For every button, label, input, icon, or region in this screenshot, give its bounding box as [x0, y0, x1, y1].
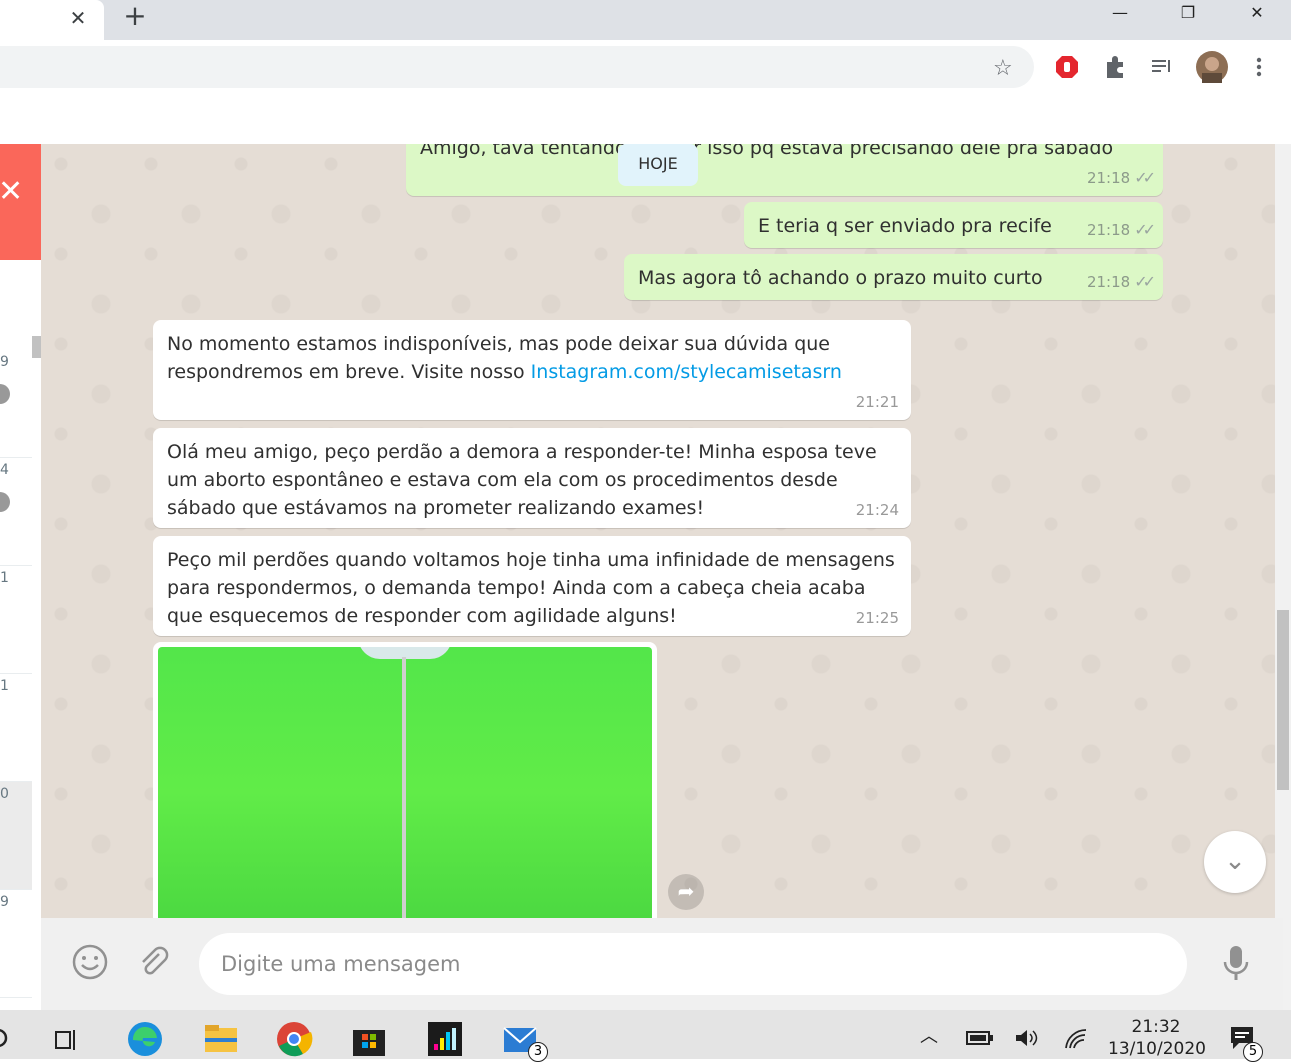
message-in[interactable]: No momento estamos indisponíveis, mas po… [153, 320, 911, 420]
taskbar-clock[interactable]: 21:32 13/10/2020 [1108, 1016, 1206, 1060]
message-meta: 21:24 [856, 496, 899, 524]
profile-avatar[interactable] [1196, 51, 1228, 83]
chrome-icon[interactable] [275, 1020, 313, 1058]
message-time: 21:18 [1086, 273, 1131, 291]
chat-time: 4 [0, 462, 9, 478]
maximize-button[interactable]: ❐ [1165, 0, 1211, 28]
microphone-icon[interactable] [1221, 944, 1251, 982]
file-explorer-icon[interactable] [202, 1020, 240, 1058]
message-input[interactable]: Digite uma mensagem [199, 933, 1187, 995]
attach-clip-icon[interactable] [135, 944, 171, 980]
green-shirt-photo[interactable] [158, 647, 652, 918]
message-text: Amigo, tava tentando acertar isso pq est… [420, 144, 1114, 159]
task-view-icon[interactable] [54, 1028, 80, 1052]
media-icon[interactable] [1150, 54, 1176, 80]
message-time: 21:18 [1086, 169, 1131, 187]
image-message[interactable] [153, 642, 657, 918]
chat-list-item[interactable]: 1 [0, 674, 32, 782]
message-out[interactable]: Mas agora tô achando o prazo muito curto… [624, 254, 1163, 300]
windows-taskbar: 3 ︿ 21:32 13/10/2020 5 [0, 1010, 1291, 1062]
show-hidden-icons-chevron-icon[interactable]: ︿ [920, 1022, 938, 1048]
message-in[interactable]: Peço mil perdões quando voltamos hoje ti… [153, 536, 911, 636]
scroll-down-button[interactable]: ⌄ [1204, 831, 1266, 893]
message-meta: 21:18 ✓✓ [1086, 268, 1156, 296]
message-composer: Digite uma mensagem [41, 918, 1283, 1010]
read-ticks-icon: ✓✓ [1134, 220, 1156, 239]
message-text: Peço mil perdões quando voltamos hoje ti… [167, 549, 895, 627]
close-icon[interactable]: ✕ [0, 174, 23, 209]
close-panel[interactable]: ✕ [0, 144, 41, 260]
message-out[interactable]: E teria q ser enviado pra recife 21:18 ✓✓ [744, 202, 1163, 248]
edge-icon[interactable] [126, 1020, 164, 1058]
browser-tabstrip: ✕ + — ❐ ✕ [0, 0, 1291, 40]
date-divider: HOJE [618, 144, 698, 186]
chat-list-item[interactable]: 4 [0, 458, 32, 566]
message-meta: 21:18 ✓✓ [1086, 164, 1156, 192]
message-time: 21:21 [855, 393, 899, 411]
message-text: Olá meu amigo, peço perdão a demora a re… [167, 441, 877, 519]
extensions-icon[interactable] [1102, 54, 1128, 80]
chat-time: 9 [0, 894, 9, 910]
tab-close-icon[interactable]: ✕ [66, 6, 90, 30]
address-bar[interactable] [0, 46, 1034, 88]
message-out[interactable]: Amigo, tava tentando acertar isso pq est… [406, 144, 1163, 196]
chat-time: 9 [0, 354, 9, 370]
message-meta: 21:18 ✓✓ [1086, 216, 1156, 244]
volume-icon[interactable] [1014, 1028, 1040, 1048]
clock-time: 21:32 [1131, 1017, 1181, 1037]
read-ticks-icon: ✓✓ [1134, 272, 1156, 291]
bookmark-star-icon[interactable]: ☆ [993, 56, 1013, 81]
conversation-panel[interactable]: Amigo, tava tentando acertar isso pq est… [41, 144, 1283, 918]
read-ticks-icon: ✓✓ [1134, 168, 1156, 187]
new-tab-button[interactable]: + [120, 2, 150, 32]
mail-badge: 3 [528, 1042, 548, 1062]
message-time: 21:18 [1086, 221, 1131, 239]
close-window-button[interactable]: ✕ [1234, 0, 1280, 28]
chat-time: 1 [0, 570, 9, 586]
message-meta: 21:21 [856, 388, 899, 416]
chat-list-item[interactable]: 1 [0, 566, 32, 674]
whatsapp-web-page: ✕ 9 4 1 1 0 9 Amigo, tava tentando acert… [0, 96, 1291, 1010]
chat-status-icon [0, 384, 10, 404]
chat-list-item[interactable]: 9 [0, 350, 32, 458]
minimize-button[interactable]: — [1097, 0, 1143, 28]
sidebar-scrollbar[interactable] [32, 336, 41, 358]
emoji-icon[interactable] [72, 944, 108, 980]
deezer-icon[interactable] [426, 1020, 464, 1058]
clock-date: 13/10/2020 [1108, 1039, 1206, 1059]
message-in[interactable]: Olá meu amigo, peço perdão a demora a re… [153, 428, 911, 528]
chat-scrollbar-track[interactable] [1275, 144, 1291, 1010]
chat-time: 1 [0, 678, 9, 694]
browser-tab[interactable]: ✕ [0, 0, 104, 40]
chat-status-icon [0, 492, 10, 512]
message-text: E teria q ser enviado pra recife [758, 215, 1052, 237]
search-icon[interactable] [0, 1026, 10, 1050]
chat-scrollbar-thumb[interactable] [1277, 610, 1289, 790]
chat-time: 0 [0, 786, 9, 802]
forward-icon[interactable]: ➦ [668, 874, 704, 910]
browser-toolbar: ☆ [0, 40, 1291, 96]
message-meta: 21:25 [856, 604, 899, 632]
instagram-link[interactable]: Instagram.com/stylecamisetasrn [531, 361, 842, 383]
notification-badge: 5 [1243, 1042, 1263, 1062]
message-time: 21:24 [855, 501, 899, 519]
chat-list-sidebar: 9 4 1 1 0 9 [0, 260, 41, 1010]
chat-list-item-selected[interactable]: 0 [0, 782, 32, 890]
adblock-icon[interactable] [1054, 54, 1080, 80]
shirt-zipper [402, 657, 406, 918]
message-text: Mas agora tô achando o prazo muito curto [638, 267, 1043, 289]
battery-icon[interactable] [966, 1030, 994, 1046]
message-time: 21:25 [855, 609, 899, 627]
wifi-icon[interactable] [1064, 1028, 1088, 1050]
store-icon[interactable] [350, 1020, 388, 1058]
chat-list-item[interactable]: 9 [0, 890, 32, 998]
menu-icon[interactable] [1246, 54, 1272, 80]
